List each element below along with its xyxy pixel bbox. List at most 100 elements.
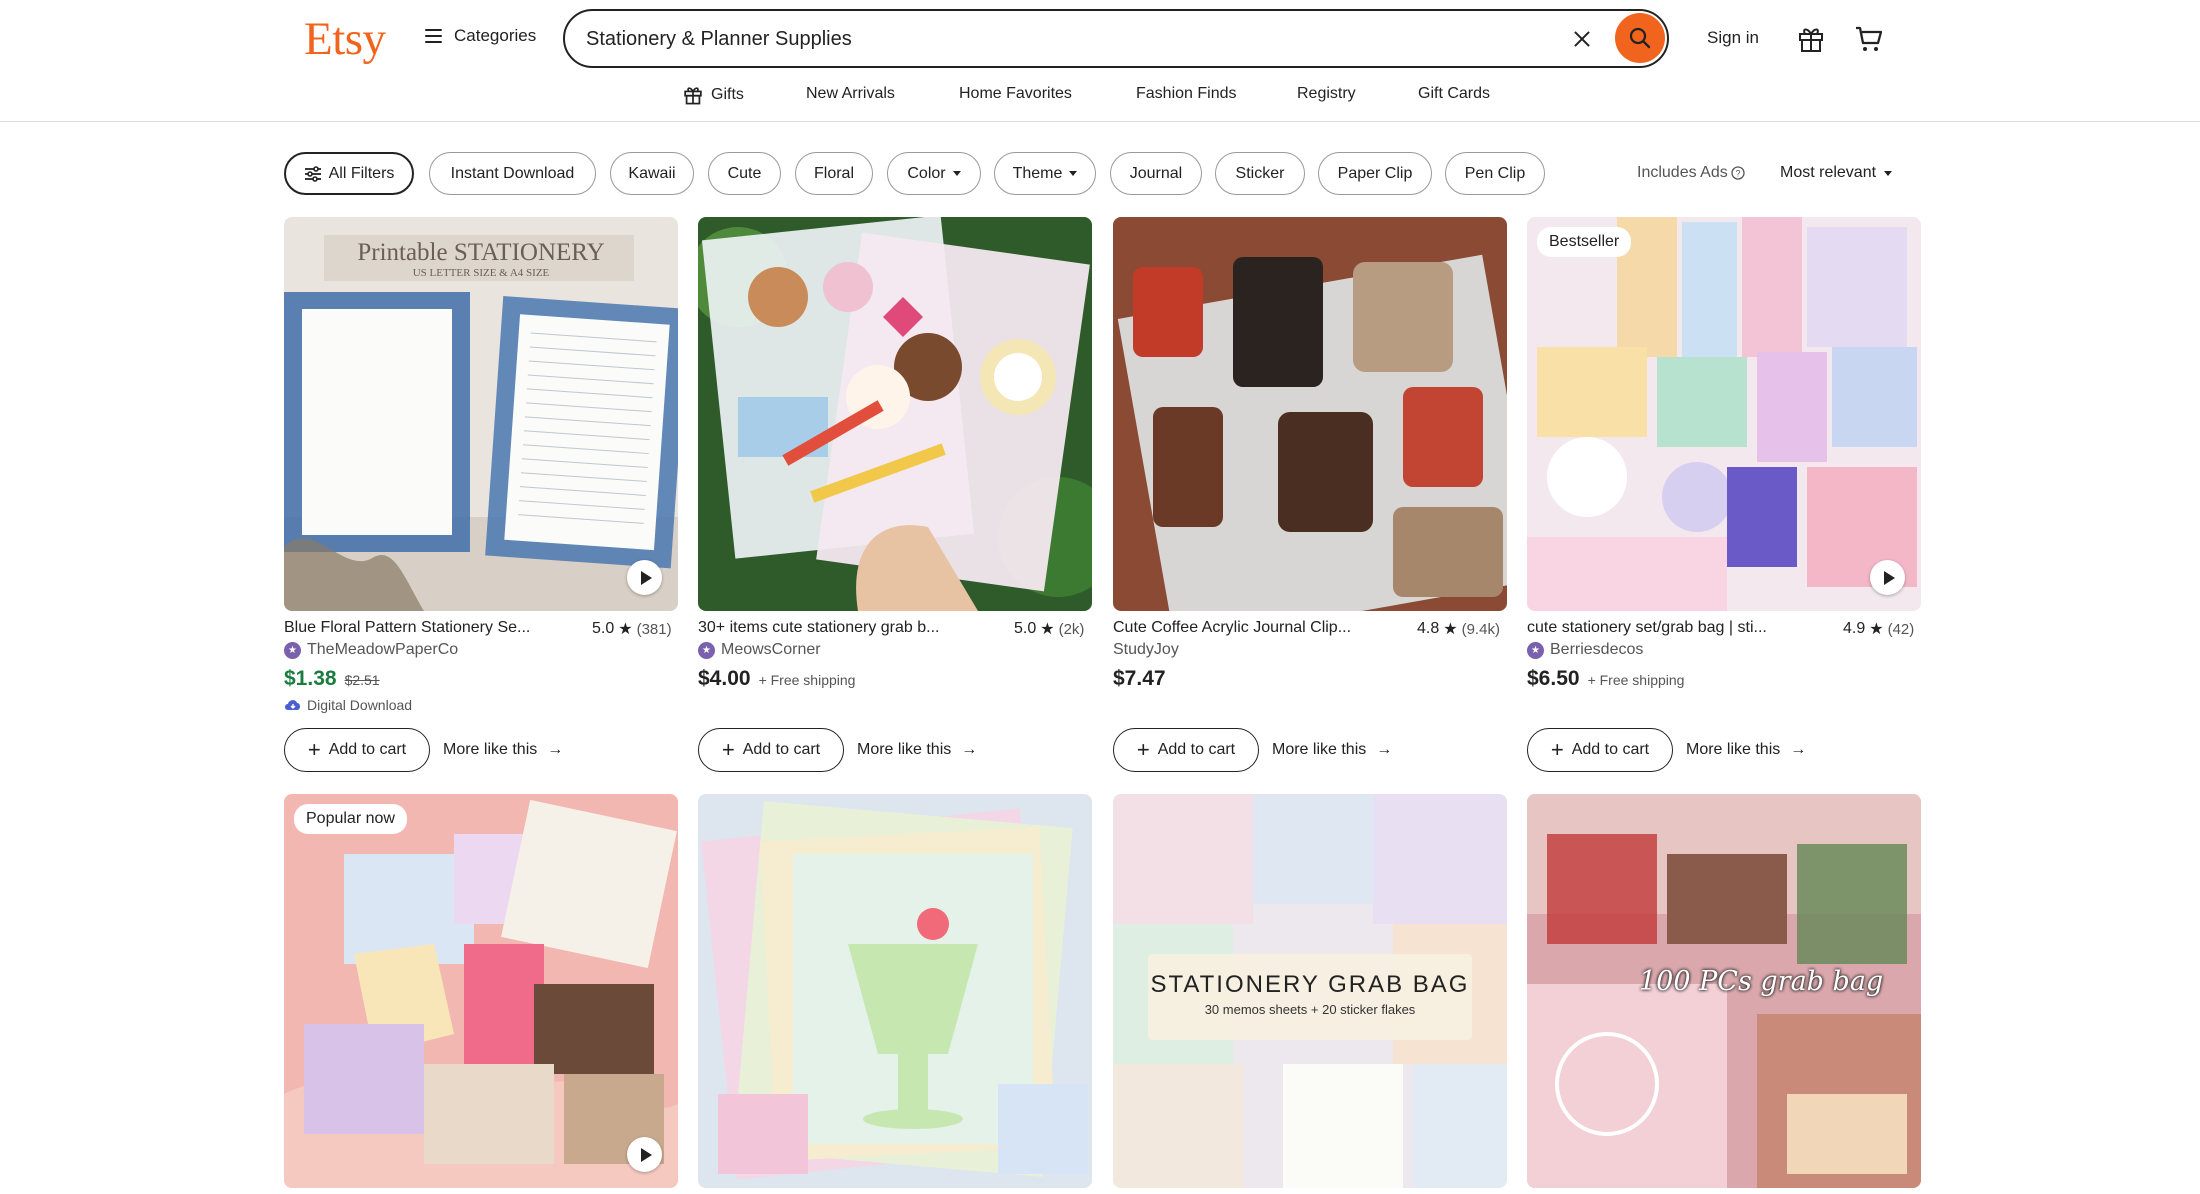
shop-name[interactable]: ★ TheMeadowPaperCo (284, 641, 458, 659)
rating-value: 5.0 (592, 620, 615, 637)
more-like-this-link[interactable]: More like this → (443, 741, 563, 759)
listing-title[interactable]: 30+ items cute stationery grab b... (698, 619, 960, 637)
more-like-this-link[interactable]: More like this → (857, 741, 977, 759)
review-count: (9.4k) (1461, 620, 1500, 638)
review-count: (381) (636, 620, 672, 638)
subnav-item-gift-cards[interactable]: Gift Cards (1418, 85, 1490, 103)
image-caption: Printable STATIONERY (357, 239, 605, 266)
search-icon (1629, 27, 1651, 49)
categories-button[interactable]: Categories (425, 26, 536, 46)
subnav-item-registry[interactable]: Registry (1297, 85, 1356, 103)
listing-image[interactable]: STATIONERY GRAB BAG 30 memos sheets + 20… (1113, 794, 1507, 1188)
filter-instant-download[interactable]: Instant Download (429, 152, 596, 195)
sort-dropdown[interactable]: Most relevant (1780, 164, 1893, 182)
filter-journal[interactable]: Journal (1110, 152, 1202, 195)
add-to-cart-button[interactable]: + Add to cart (284, 728, 430, 772)
filter-theme[interactable]: Theme (994, 152, 1096, 195)
image-caption: 100 PCs grab bag (1639, 966, 1884, 997)
clear-search-icon[interactable] (1568, 25, 1596, 53)
image-subcaption: 30 memos sheets + 20 sticker flakes (1204, 1002, 1416, 1017)
image-subcaption: US LETTER SIZE & A4 SIZE (412, 267, 550, 279)
header: Etsy Categories Sign in Gifts New Arriva… (0, 0, 2200, 122)
star-icon: ★ (618, 621, 633, 638)
add-to-cart-button[interactable]: + Add to cart (1527, 728, 1673, 772)
play-video-button[interactable] (627, 560, 662, 595)
more-like-this-label: More like this (1686, 741, 1781, 758)
shop-name[interactable]: ★ Berriesdecos (1527, 641, 1643, 659)
filter-floral[interactable]: Floral (795, 152, 873, 195)
etsy-logo[interactable]: Etsy (304, 12, 386, 66)
rating-value: 4.9 (1843, 620, 1866, 637)
listing-image[interactable]: Printable STATIONERY US LETTER SIZE & A4… (284, 217, 678, 611)
filter-label: Theme (1012, 164, 1063, 182)
shipping-note: + Free shipping (1587, 672, 1685, 688)
sale-price: $1.38 (284, 667, 337, 690)
listing-title[interactable]: Blue Floral Pattern Stationery Se... (284, 619, 546, 637)
listing-rating: 4.9 ★ (42) (1843, 619, 1914, 639)
plus-icon: + (1136, 737, 1150, 762)
listing-price: $1.38 $2.51 (284, 667, 380, 691)
cart-icon[interactable] (1854, 24, 1884, 54)
star-icon: ★ (1869, 621, 1884, 638)
image-caption: STATIONERY GRAB BAG (1150, 971, 1470, 998)
add-to-cart-button[interactable]: + Add to cart (698, 728, 844, 772)
filter-cute[interactable]: Cute (708, 152, 781, 195)
play-video-button[interactable] (1870, 560, 1905, 595)
filter-kawaii[interactable]: Kawaii (610, 152, 694, 195)
subnav-item-home-favorites[interactable]: Home Favorites (959, 85, 1072, 103)
star-icon: ★ (1040, 621, 1055, 638)
subnav-item-new-arrivals[interactable]: New Arrivals (806, 85, 895, 103)
price-value: $7.47 (1113, 667, 1166, 690)
subnav-item-gifts[interactable]: Gifts (683, 85, 744, 105)
listing-image[interactable]: Popular now (284, 794, 678, 1188)
listing-image[interactable] (698, 794, 1092, 1188)
caret-down-icon (1069, 171, 1078, 176)
filter-pen-clip[interactable]: Pen Clip (1445, 152, 1545, 195)
search-bar (563, 9, 1669, 68)
shop-name[interactable]: StudyJoy (1113, 641, 1179, 659)
more-like-this-label: More like this (1272, 741, 1367, 758)
listing-photo (284, 794, 678, 1188)
includes-ads-note[interactable]: Includes Ads ? (1637, 164, 1745, 182)
listing-image[interactable] (698, 217, 1092, 611)
caret-down-icon (952, 171, 961, 176)
shop-label: Berriesdecos (1550, 641, 1644, 658)
filter-label: All Filters (328, 164, 395, 182)
sign-in-link[interactable]: Sign in (1707, 28, 1759, 48)
more-like-this-label: More like this (443, 741, 538, 758)
play-video-button[interactable] (627, 1137, 662, 1172)
listing-title[interactable]: cute stationery set/grab bag | sti... (1527, 619, 1789, 637)
more-like-this-link[interactable]: More like this → (1686, 741, 1806, 759)
add-to-cart-label: Add to cart (1157, 741, 1236, 758)
bestseller-badge: Bestseller (1537, 227, 1632, 257)
filter-sticker[interactable]: Sticker (1215, 152, 1305, 195)
gift-icon (684, 87, 702, 105)
gift-icon[interactable] (1797, 25, 1825, 53)
arrow-right-icon: → (1790, 741, 1807, 758)
add-to-cart-button[interactable]: + Add to cart (1113, 728, 1259, 772)
shop-label: MeowsCorner (721, 641, 821, 658)
shop-name[interactable]: ★ MeowsCorner (698, 641, 821, 659)
filter-color[interactable]: Color (887, 152, 981, 195)
subnav: Gifts New Arrivals Home Favorites Fashio… (0, 85, 2200, 105)
star-seller-icon: ★ (1527, 641, 1544, 659)
arrow-right-icon: → (547, 741, 564, 758)
plus-icon: + (1550, 737, 1564, 762)
search-input[interactable] (586, 25, 1486, 53)
listing-image[interactable] (1113, 217, 1507, 611)
arrow-right-icon: → (1376, 741, 1393, 758)
listing-photo (698, 794, 1092, 1188)
more-like-this-link[interactable]: More like this → (1272, 741, 1392, 759)
subnav-item-fashion-finds[interactable]: Fashion Finds (1136, 85, 1237, 103)
listing-image[interactable]: Bestseller (1527, 217, 1921, 611)
shop-label: TheMeadowPaperCo (307, 641, 459, 658)
popular-now-badge: Popular now (294, 804, 407, 834)
all-filters-button[interactable]: All Filters (284, 152, 414, 195)
listing-image[interactable]: 100 PCs grab bag (1527, 794, 1921, 1188)
star-seller-icon: ★ (698, 641, 715, 659)
listing-title[interactable]: Cute Coffee Acrylic Journal Clip... (1113, 619, 1375, 637)
filter-paper-clip[interactable]: Paper Clip (1318, 152, 1432, 195)
listing-rating: 5.0 ★ (381) (592, 619, 672, 639)
add-to-cart-label: Add to cart (1571, 741, 1650, 758)
search-button[interactable] (1615, 13, 1665, 63)
